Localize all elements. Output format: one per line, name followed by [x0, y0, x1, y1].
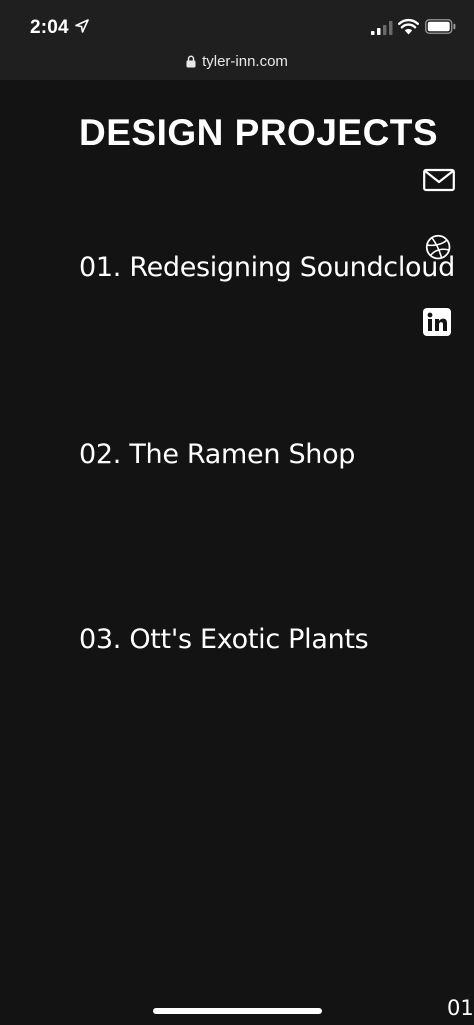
battery-icon: [425, 19, 456, 34]
url-text[interactable]: tyler-inn.com: [202, 53, 288, 70]
project-link-otts-exotic-plants[interactable]: 03. Ott's Exotic Plants: [79, 624, 369, 655]
page-title: DESIGN PROJECTS: [79, 112, 439, 153]
location-arrow-icon: [75, 19, 89, 33]
status-bar: 2:04 tyler-inn.com: [0, 0, 474, 80]
wifi-icon: [398, 18, 419, 35]
linkedin-icon[interactable]: [423, 308, 451, 336]
status-time: 2:04: [30, 17, 69, 38]
home-indicator[interactable]: [153, 1008, 322, 1014]
dribbble-icon[interactable]: [423, 234, 455, 262]
project-link-the-ramen-shop[interactable]: 02. The Ramen Shop: [79, 439, 355, 470]
mail-icon[interactable]: [423, 166, 455, 194]
address-bar[interactable]: tyler-inn.com: [0, 50, 474, 72]
cellular-signal-icon: [371, 21, 393, 35]
project-link-redesigning-soundcloud[interactable]: 01. Redesigning Soundcloud: [79, 252, 455, 283]
lock-icon: [186, 55, 196, 67]
page-indicator: 01: [447, 996, 474, 1020]
